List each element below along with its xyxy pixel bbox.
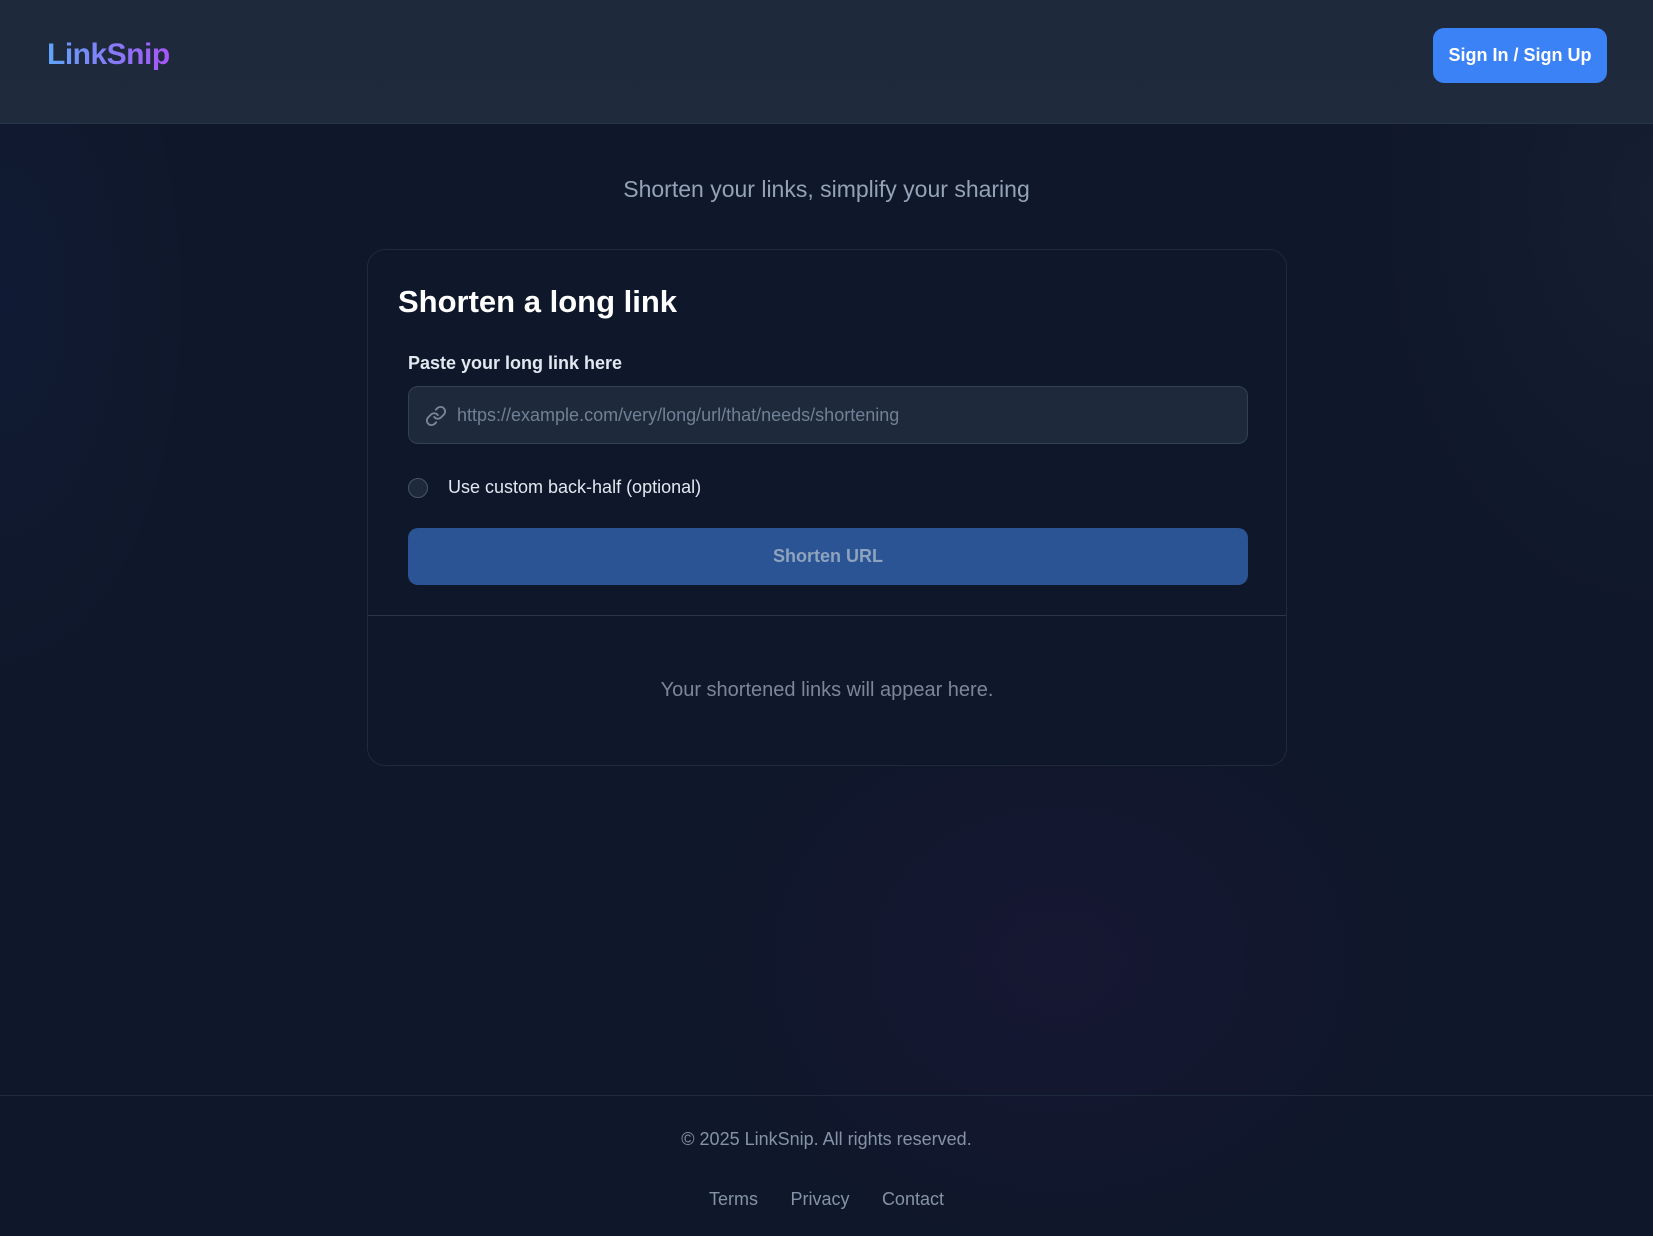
footer-link-terms[interactable]: Terms [709, 1189, 758, 1210]
link-icon [425, 405, 447, 427]
url-input[interactable] [457, 387, 1237, 443]
sign-in-button[interactable]: Sign In / Sign Up [1433, 28, 1607, 83]
tagline: Shorten your links, simplify your sharin… [623, 176, 1030, 202]
copyright: © 2025 LinkSnip. All rights reserved. [681, 1129, 972, 1149]
empty-state-message: Your shortened links will appear here. [660, 679, 994, 701]
url-field-label: Paste your long link here [408, 353, 623, 373]
card-title: Shorten a long link [398, 284, 678, 319]
logo[interactable]: LinkSnip [47, 38, 170, 72]
footer-link-privacy[interactable]: Privacy [790, 1189, 849, 1210]
top-nav: LinkSnip Sign In / Sign Up [0, 0, 1653, 124]
card-divider [368, 615, 1286, 616]
shorten-card: Shorten a long link Paste your long link… [367, 249, 1287, 766]
url-field[interactable] [408, 386, 1248, 444]
shorten-url-button[interactable]: Shorten URL [408, 528, 1248, 585]
custom-back-half-label[interactable]: Use custom back-half (optional) [448, 477, 701, 498]
footer-links: Terms Privacy Contact [0, 1189, 1653, 1210]
footer-link-contact[interactable]: Contact [882, 1189, 944, 1210]
custom-back-half-toggle[interactable] [408, 478, 428, 498]
footer: © 2025 LinkSnip. All rights reserved. Te… [0, 1095, 1653, 1236]
